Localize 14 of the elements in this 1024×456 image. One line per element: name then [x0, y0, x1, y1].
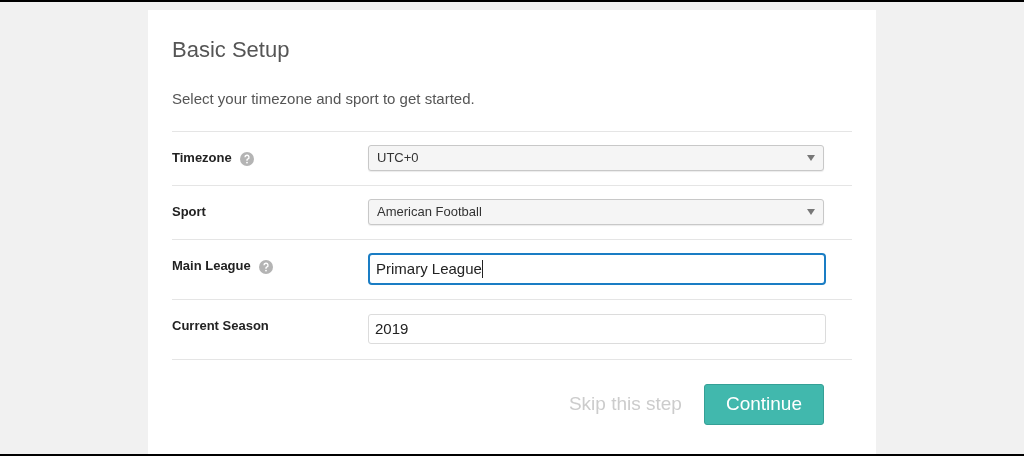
- page-title: Basic Setup: [172, 36, 291, 64]
- dropdown[interactable]: UTC+0: [368, 145, 824, 171]
- dropdown[interactable]: American Football: [368, 199, 824, 225]
- caret-icon: [807, 155, 815, 161]
- field-label: Current Season: [172, 316, 269, 335]
- dropdown-value: UTC+0: [377, 149, 419, 168]
- input-field[interactable]: Primary League: [368, 253, 826, 285]
- dropdown-value: American Football: [377, 203, 482, 222]
- field-label: Timezone: [172, 148, 232, 167]
- field-label: Sport: [172, 202, 206, 221]
- input-field[interactable]: 2019: [368, 314, 826, 344]
- field-label: Main League: [172, 256, 251, 275]
- caret-icon: [807, 209, 815, 215]
- intro-text: Select your timezone and sport to get started.: [172, 89, 476, 109]
